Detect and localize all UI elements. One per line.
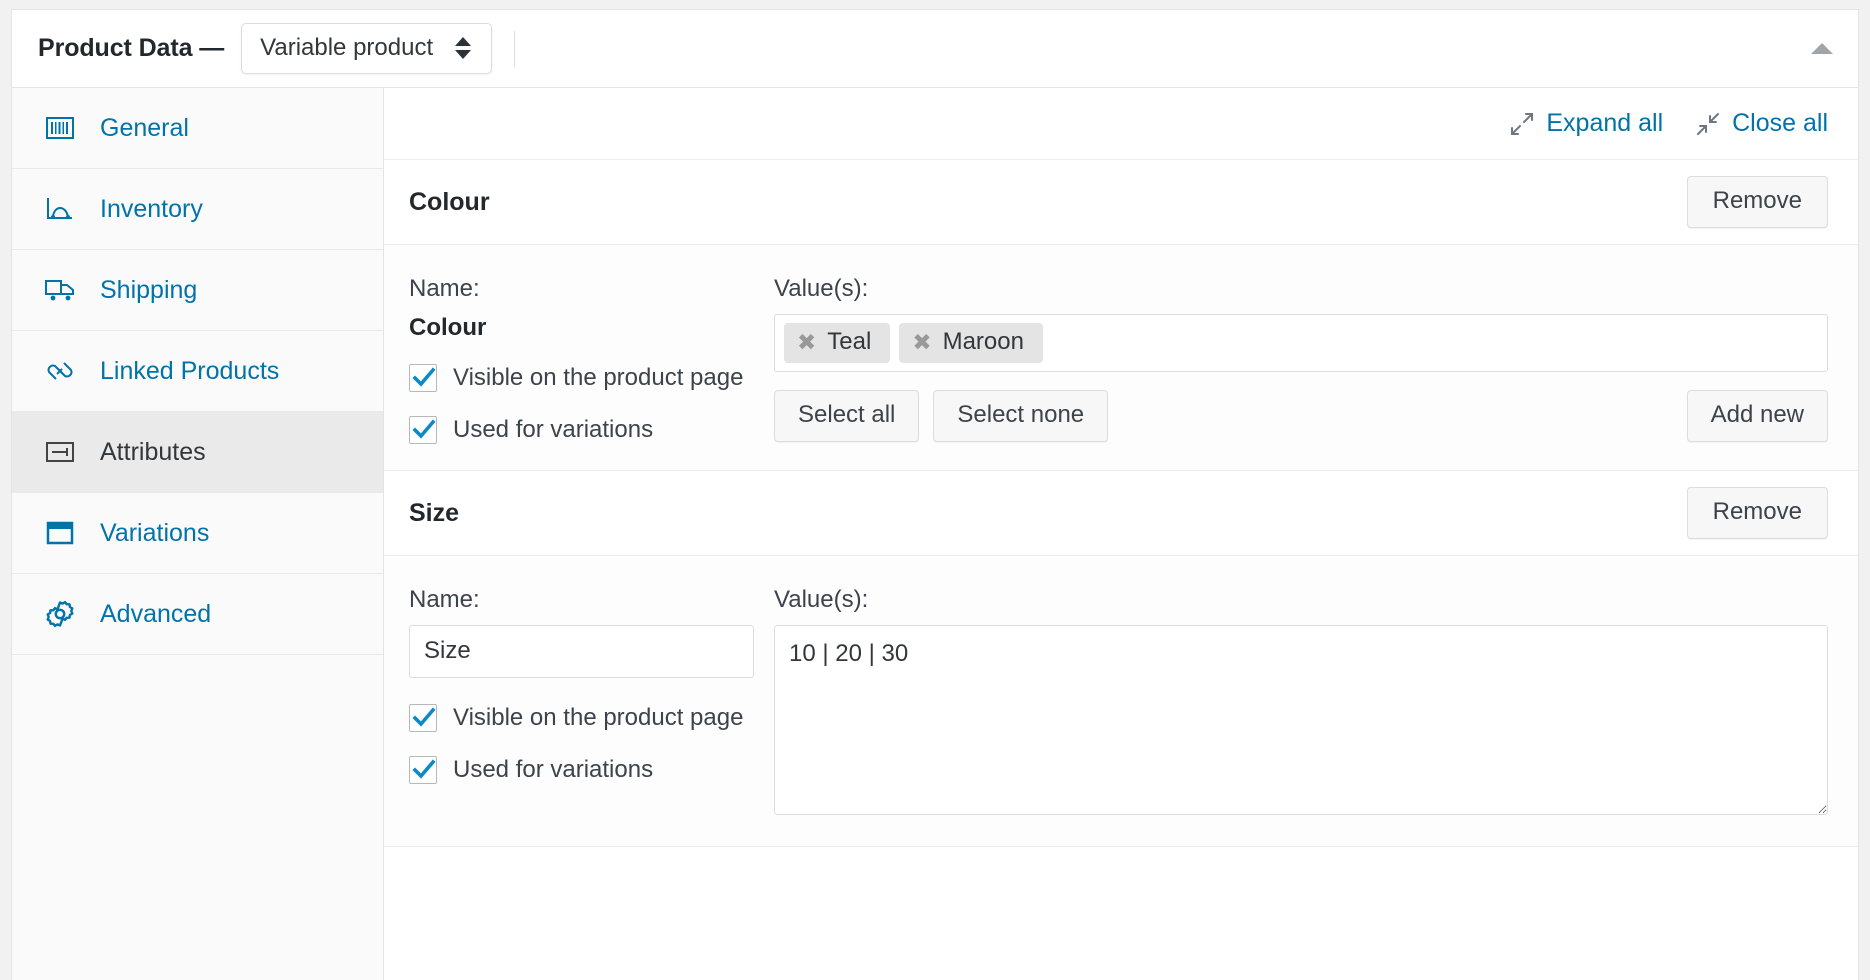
visible-checkbox[interactable] <box>409 364 437 392</box>
used-for-variations-checkbox-label: Used for variations <box>453 416 654 443</box>
attribute-header-size[interactable]: Size Remove <box>384 471 1858 556</box>
attributes-icon <box>42 434 78 470</box>
close-all-link[interactable]: Close all <box>1695 109 1828 138</box>
checkmark-icon <box>412 367 436 387</box>
sidebar-item-shipping[interactable]: Shipping <box>12 250 383 331</box>
attribute-values-textarea[interactable]: 10 | 20 | 30 <box>774 625 1828 815</box>
used-for-variations-checkbox[interactable] <box>409 756 437 784</box>
sidebar-item-label: Linked Products <box>100 356 280 385</box>
attribute-title: Colour <box>409 187 490 216</box>
barcode-icon <box>42 110 78 146</box>
collapse-arrows-icon <box>1695 111 1721 137</box>
link-icon <box>42 353 78 389</box>
sidebar-item-label: Attributes <box>100 437 206 466</box>
product-type-select-wrapper[interactable]: Variable product <box>241 22 493 75</box>
attribute-title: Size <box>409 498 460 527</box>
panel-body: General Inventory Shipping Linked Produc… <box>12 88 1858 980</box>
expand-all-label: Expand all <box>1546 109 1664 137</box>
attribute-value-actions: Select all Select none Add new <box>774 390 1828 443</box>
close-x-icon[interactable]: ✖ <box>912 330 931 354</box>
gear-icon <box>42 596 78 632</box>
expand-arrows-icon <box>1509 111 1535 137</box>
attribute-name-input[interactable] <box>409 625 754 678</box>
sidebar-item-general[interactable]: General <box>12 88 383 169</box>
name-label: Name: <box>409 275 480 302</box>
product-data-screen: Product Data — Variable product General … <box>0 0 1870 980</box>
sidebar-item-attributes[interactable]: Attributes <box>12 412 383 493</box>
sidebar-item-label: Advanced <box>100 599 212 628</box>
attribute-value-column: Value(s): ✖ Teal ✖ Maroon Select all Sel… <box>754 275 1828 444</box>
sidebar-item-label: Inventory <box>100 194 203 223</box>
value-tag[interactable]: ✖ Maroon <box>899 323 1043 363</box>
sidebar-item-inventory[interactable]: Inventory <box>12 169 383 250</box>
value-tag-label: Maroon <box>942 328 1024 355</box>
product-data-panel: Product Data — Variable product General … <box>11 9 1859 980</box>
visible-checkbox[interactable] <box>409 704 437 732</box>
add-new-button[interactable]: Add new <box>1686 390 1828 443</box>
visible-checkbox-label: Visible on the product page <box>453 364 744 391</box>
select-none-button[interactable]: Select none <box>933 390 1109 443</box>
attribute-body-size: Name: Visible on the product page <box>384 556 1858 847</box>
header-divider <box>514 30 516 67</box>
name-label: Name: <box>409 586 480 613</box>
visible-checkbox-label: Visible on the product page <box>453 704 744 731</box>
sidebar-item-linked-products[interactable]: Linked Products <box>12 331 383 412</box>
attribute-body-colour: Name: Colour Visible on the product page <box>384 245 1858 471</box>
product-type-select[interactable]: Variable product <box>241 22 493 75</box>
attribute-name-column: Name: Colour Visible on the product page <box>409 275 754 444</box>
attribute-header-colour[interactable]: Colour Remove <box>384 160 1858 245</box>
product-data-tabs: General Inventory Shipping Linked Produc… <box>12 88 384 980</box>
sidebar-item-label: Variations <box>100 518 210 547</box>
attributes-panel: Expand all Close all Colour Remove Name:… <box>384 88 1858 980</box>
sidebar-filler <box>12 655 383 980</box>
remove-attribute-button[interactable]: Remove <box>1686 486 1828 540</box>
used-for-variations-checkbox[interactable] <box>409 416 437 444</box>
used-for-variations-checkbox-row[interactable]: Used for variations <box>409 416 754 444</box>
attribute-name-value: Colour <box>409 314 487 341</box>
values-label: Value(s): <box>774 275 869 302</box>
sidebar-item-label: General <box>100 113 189 142</box>
attribute-value-column: Value(s): 10 | 20 | 30 <box>754 586 1828 820</box>
visible-on-product-page-checkbox-row[interactable]: Visible on the product page <box>409 364 754 392</box>
shipping-truck-icon <box>42 272 78 308</box>
attributes-toolbar: Expand all Close all <box>384 88 1858 160</box>
value-tag-label: Teal <box>827 328 872 355</box>
attribute-name-column: Name: Visible on the product page <box>409 586 754 820</box>
used-for-variations-checkbox-label: Used for variations <box>453 756 654 783</box>
used-for-variations-checkbox-row[interactable]: Used for variations <box>409 756 754 784</box>
triangle-up-icon <box>1811 43 1833 54</box>
page-title: Product Data — <box>38 34 225 62</box>
sidebar-item-variations[interactable]: Variations <box>12 493 383 574</box>
close-x-icon[interactable]: ✖ <box>797 330 816 354</box>
values-label: Value(s): <box>774 586 869 613</box>
select-all-button[interactable]: Select all <box>774 390 920 443</box>
sidebar-item-advanced[interactable]: Advanced <box>12 574 383 655</box>
inventory-icon <box>42 191 78 227</box>
close-all-label: Close all <box>1732 109 1828 137</box>
panel-collapse-toggle[interactable] <box>1808 35 1836 63</box>
expand-all-link[interactable]: Expand all <box>1509 109 1663 138</box>
value-tag[interactable]: ✖ Teal <box>784 323 891 363</box>
sidebar-item-label: Shipping <box>100 275 198 304</box>
panel-header: Product Data — Variable product <box>12 10 1858 88</box>
checkmark-icon <box>412 707 436 727</box>
checkmark-icon <box>412 759 436 779</box>
variations-icon <box>42 515 78 551</box>
visible-on-product-page-checkbox-row[interactable]: Visible on the product page <box>409 704 754 732</box>
checkmark-icon <box>412 419 436 439</box>
remove-attribute-button[interactable]: Remove <box>1686 175 1828 229</box>
attribute-values-select[interactable]: ✖ Teal ✖ Maroon <box>774 314 1828 372</box>
